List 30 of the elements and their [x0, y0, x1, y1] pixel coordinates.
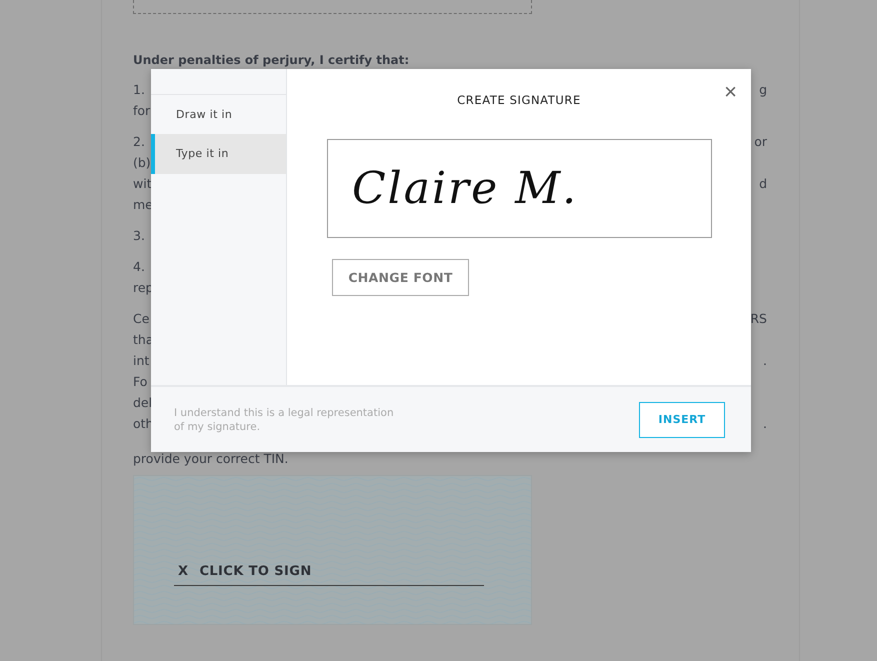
- text-fragment: .: [763, 352, 767, 370]
- text-fragment: g: [759, 81, 767, 99]
- text-fragment: .: [763, 415, 767, 433]
- text-fragment: RS: [750, 310, 767, 328]
- insert-button[interactable]: INSERT: [639, 402, 725, 438]
- text-fragment: d: [759, 175, 767, 193]
- text-fragment: 2.: [133, 133, 145, 151]
- section-heading: Under penalties of perjury, I certify that:: [133, 52, 410, 69]
- click-to-sign-label[interactable]: CLICK TO SIGN: [199, 564, 312, 579]
- dialog-title: CREATE SIGNATURE: [456, 93, 582, 107]
- text-fragment: for: [133, 102, 150, 120]
- sign-mark: X: [178, 564, 188, 579]
- text-fragment: int: [133, 352, 150, 370]
- text-fragment: or: [754, 133, 767, 151]
- text-fragment: 4.: [133, 258, 145, 276]
- text-fragment: 1.: [133, 81, 145, 99]
- sidebar-tab[interactable]: Draw it in: [151, 95, 286, 134]
- text-fragment: Fo: [133, 373, 148, 391]
- sidebar-tab[interactable]: Type it in: [151, 134, 286, 174]
- text-fragment: 3.: [133, 227, 145, 245]
- text-fragment: Ce: [133, 310, 150, 328]
- text-fragment: del: [133, 394, 152, 412]
- signature-pad[interactable]: X CLICK TO SIGN: [133, 475, 532, 625]
- text-fragment: wit: [133, 175, 152, 193]
- close-button[interactable]: ×: [724, 81, 737, 103]
- change-font-button[interactable]: CHANGE FONT: [332, 259, 469, 296]
- text-fragment: (b): [133, 154, 151, 172]
- text-fragment: provide your correct TIN.: [133, 450, 288, 468]
- disclaimer-text: I understand this is a legal representation of my signature.: [174, 406, 395, 434]
- signature-text: Claire M.: [352, 163, 578, 214]
